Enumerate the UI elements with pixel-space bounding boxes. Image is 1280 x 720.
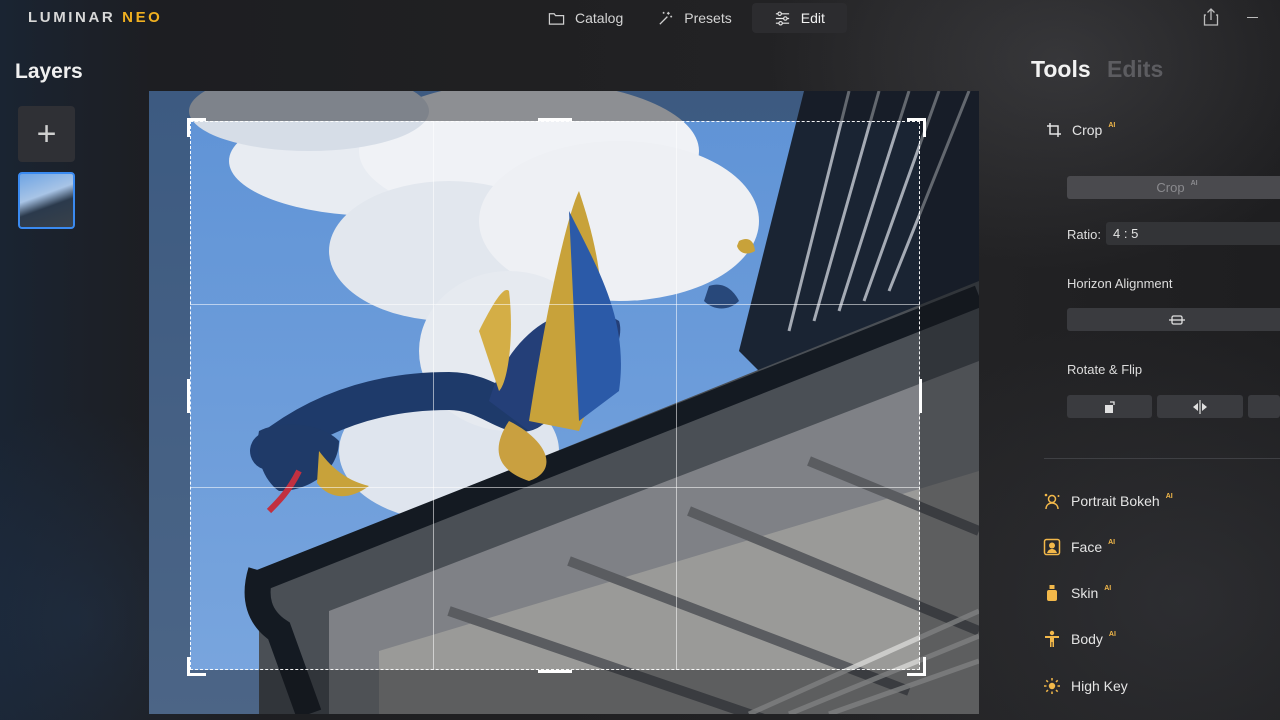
crop-handle-right[interactable]: [919, 379, 922, 413]
top-bar: LUMINAR NEO Catalog Presets Edit: [0, 0, 1280, 40]
crop-grid-line: [190, 487, 920, 488]
crop-frame[interactable]: [190, 121, 920, 670]
crop-handle-top-right[interactable]: [907, 118, 926, 137]
tool-high-key[interactable]: High Key: [1043, 677, 1128, 695]
crop-handle-bottom-right[interactable]: [907, 657, 926, 676]
tool-label: High Key: [1071, 678, 1128, 694]
tool-label: Body: [1071, 631, 1103, 647]
horizon-alignment-button[interactable]: [1067, 308, 1280, 331]
magic-wand-icon: [659, 11, 673, 25]
nav-catalog[interactable]: Catalog: [534, 3, 637, 33]
horizon-icon: [1169, 314, 1185, 325]
tool-label: Face: [1071, 539, 1103, 555]
nav-catalog-label: Catalog: [575, 10, 624, 26]
layer-thumbnail[interactable]: [18, 172, 75, 229]
body-icon: [1045, 630, 1059, 647]
ai-badge: AI: [1108, 121, 1116, 129]
nav-edit[interactable]: Edit: [751, 3, 847, 33]
crop-handle-top-left[interactable]: [187, 118, 206, 137]
tool-body[interactable]: Body AI: [1043, 630, 1116, 648]
folder-icon: [548, 12, 565, 25]
nav-edit-label: Edit: [800, 10, 825, 26]
panel-divider: [1044, 458, 1280, 459]
tool-label: Skin: [1071, 585, 1099, 601]
flip-horizontal-button[interactable]: [1157, 395, 1243, 418]
nav-presets-label: Presets: [684, 10, 732, 26]
crop-tool-label: Crop: [1072, 122, 1103, 138]
main-nav: Catalog Presets Edit: [534, 3, 847, 33]
ai-badge: AI: [1108, 630, 1116, 638]
crop-handle-left[interactable]: [187, 379, 190, 413]
crop-tool-header[interactable]: Crop AI: [1046, 122, 1115, 138]
ratio-label: Ratio:: [1067, 227, 1101, 242]
portrait-bokeh-icon: [1044, 493, 1060, 510]
rotate-flip-label: Rotate & Flip: [1067, 362, 1143, 377]
ai-badge: AI: [1104, 584, 1112, 592]
rotate-button[interactable]: [1067, 395, 1152, 418]
crop-ai-button-label: Crop: [1156, 180, 1185, 195]
horizon-alignment-label: Horizon Alignment: [1067, 276, 1173, 291]
crop-icon: [1047, 123, 1061, 137]
crop-handle-bottom-left[interactable]: [187, 657, 206, 676]
crop-grid-line: [190, 304, 920, 305]
rotate-icon: [1104, 400, 1115, 413]
tool-label: Portrait Bokeh: [1071, 493, 1160, 509]
crop-shade-bottom: [190, 670, 920, 714]
sliders-icon: [775, 11, 789, 25]
app-logo: LUMINAR NEO: [28, 9, 162, 26]
flip-horizontal-icon: [1193, 399, 1207, 414]
flip-vertical-button[interactable]: [1248, 395, 1280, 418]
logo-main: LUMINAR: [28, 9, 116, 26]
add-layer-button[interactable]: +: [18, 106, 75, 162]
ai-badge: AI: [1190, 180, 1198, 187]
plus-icon: +: [36, 115, 57, 153]
layers-title: Layers: [15, 60, 83, 83]
tool-face[interactable]: Face AI: [1043, 538, 1115, 556]
tool-portrait-bokeh[interactable]: Portrait Bokeh AI: [1043, 492, 1173, 510]
tool-skin[interactable]: Skin AI: [1043, 584, 1111, 602]
share-icon[interactable]: [1203, 8, 1219, 26]
logo-accent: NEO: [122, 9, 163, 26]
tab-tools[interactable]: Tools: [1031, 56, 1091, 82]
crop-ai-button[interactable]: Crop AI: [1067, 176, 1280, 199]
crop-grid-line: [676, 121, 677, 670]
crop-shade-right: [920, 91, 979, 714]
crop-handle-top[interactable]: [538, 118, 572, 121]
tab-edits[interactable]: Edits: [1107, 56, 1163, 82]
crop-shade-left: [149, 91, 190, 714]
crop-handle-bottom[interactable]: [538, 670, 572, 673]
crop-shade-top: [190, 91, 920, 121]
nav-presets[interactable]: Presets: [643, 3, 745, 33]
ai-badge: AI: [1108, 538, 1116, 546]
minimize-icon[interactable]: [1247, 17, 1258, 18]
crop-grid-line: [433, 121, 434, 670]
ai-badge: AI: [1165, 492, 1173, 500]
ratio-select[interactable]: 4 : 5: [1106, 222, 1280, 245]
panel-tabs: Tools Edits: [1031, 56, 1163, 83]
face-icon: [1043, 538, 1061, 556]
high-key-icon: [1044, 678, 1060, 694]
skin-icon: [1047, 585, 1057, 601]
